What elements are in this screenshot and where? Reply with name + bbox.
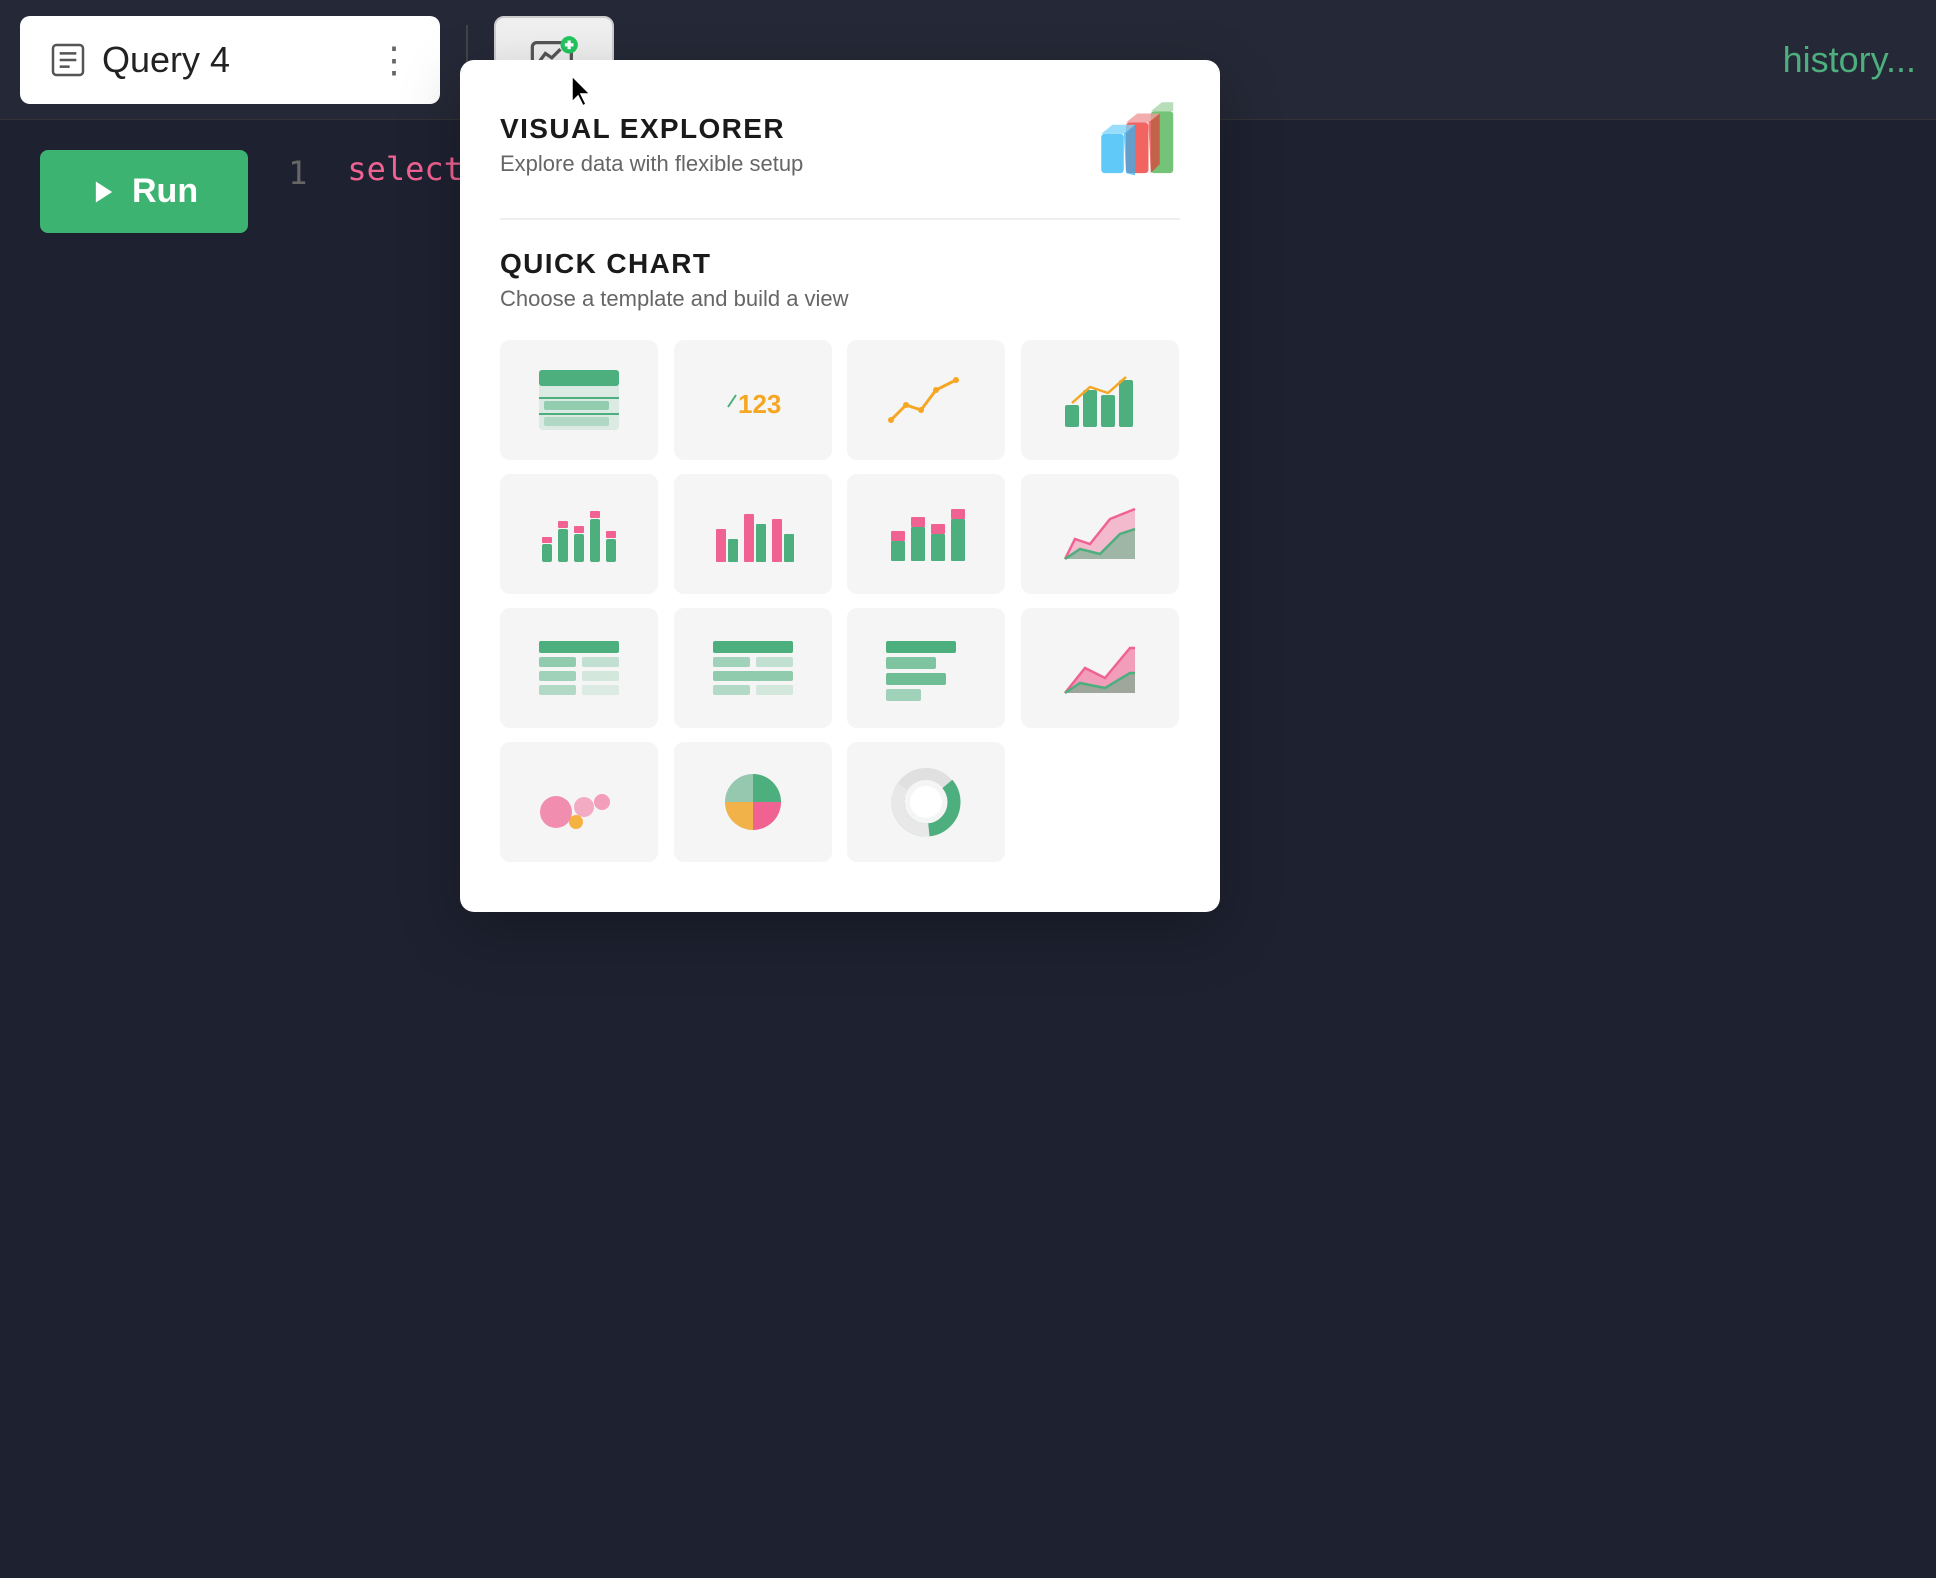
grouped-bar-icon xyxy=(708,499,798,569)
chart-tile-stacked-bar[interactable] xyxy=(847,474,1005,594)
visual-explorer-section: VISUAL EXPLORER Explore data with flexib… xyxy=(500,100,1180,190)
pivot-table-icon xyxy=(534,633,624,703)
chart-tile-horizontal-bar[interactable] xyxy=(847,608,1005,728)
history-button[interactable]: history... xyxy=(1783,39,1916,81)
chart-tile-area[interactable] xyxy=(1021,474,1179,594)
chart-tile-metric[interactable]: 123 xyxy=(674,340,832,460)
visual-explorer-icon xyxy=(1090,100,1180,190)
visual-explorer-text: VISUAL EXPLORER Explore data with flexib… xyxy=(500,113,803,177)
chart-tile-donut[interactable] xyxy=(847,742,1005,862)
metric-icon: 123 xyxy=(708,365,798,435)
visual-explorer-subtitle: Explore data with flexible setup xyxy=(500,151,803,177)
quick-chart-subtitle: Choose a template and build a view xyxy=(500,286,1180,312)
section-divider xyxy=(500,218,1180,220)
chart-tile-pivot[interactable] xyxy=(500,608,658,728)
area-chart-icon xyxy=(1055,499,1145,569)
scatter-bar-icon xyxy=(534,499,624,569)
chart-tile-pivot2[interactable] xyxy=(674,608,832,728)
chart-tile-table[interactable] xyxy=(500,340,658,460)
stacked-bar-icon xyxy=(881,499,971,569)
chart-type-grid: 123 xyxy=(500,340,1180,862)
table-icon xyxy=(534,365,624,435)
quick-chart-section: QUICK CHART Choose a template and build … xyxy=(500,248,1180,862)
donut-chart-icon xyxy=(881,767,971,837)
area-chart-2-icon xyxy=(1055,633,1145,703)
line-number: 1 xyxy=(288,154,307,192)
pivot-table-2-icon xyxy=(708,633,798,703)
visual-explorer-title: VISUAL EXPLORER xyxy=(500,113,803,145)
visualization-dropdown: VISUAL EXPLORER Explore data with flexib… xyxy=(460,60,1220,912)
quick-chart-title: QUICK CHART xyxy=(500,248,1180,280)
chart-tile-bubble[interactable] xyxy=(500,742,658,862)
bubble-chart-icon xyxy=(534,767,624,837)
svg-text:123: 123 xyxy=(738,389,781,419)
line-chart-icon xyxy=(881,365,971,435)
chart-tile-area2[interactable] xyxy=(1021,608,1179,728)
horizontal-bar-icon xyxy=(881,633,971,703)
chart-tile-pie[interactable] xyxy=(674,742,832,862)
query-tab[interactable]: Query 4 ⋮ xyxy=(20,16,440,104)
chart-tile-grouped-bar[interactable] xyxy=(674,474,832,594)
bar-line-chart-icon xyxy=(1055,365,1145,435)
pie-chart-icon xyxy=(708,767,798,837)
chart-tile-scatter-bar[interactable] xyxy=(500,474,658,594)
query-tab-title: Query 4 xyxy=(102,39,230,81)
chart-tile-bar-line[interactable] xyxy=(1021,340,1179,460)
keyword-select: select xyxy=(347,150,463,188)
query-tab-icon xyxy=(48,40,88,80)
tab-menu-icon[interactable]: ⋮ xyxy=(376,39,412,81)
chart-tile-line[interactable] xyxy=(847,340,1005,460)
run-icon xyxy=(90,178,118,206)
run-button[interactable]: Run xyxy=(40,150,248,233)
